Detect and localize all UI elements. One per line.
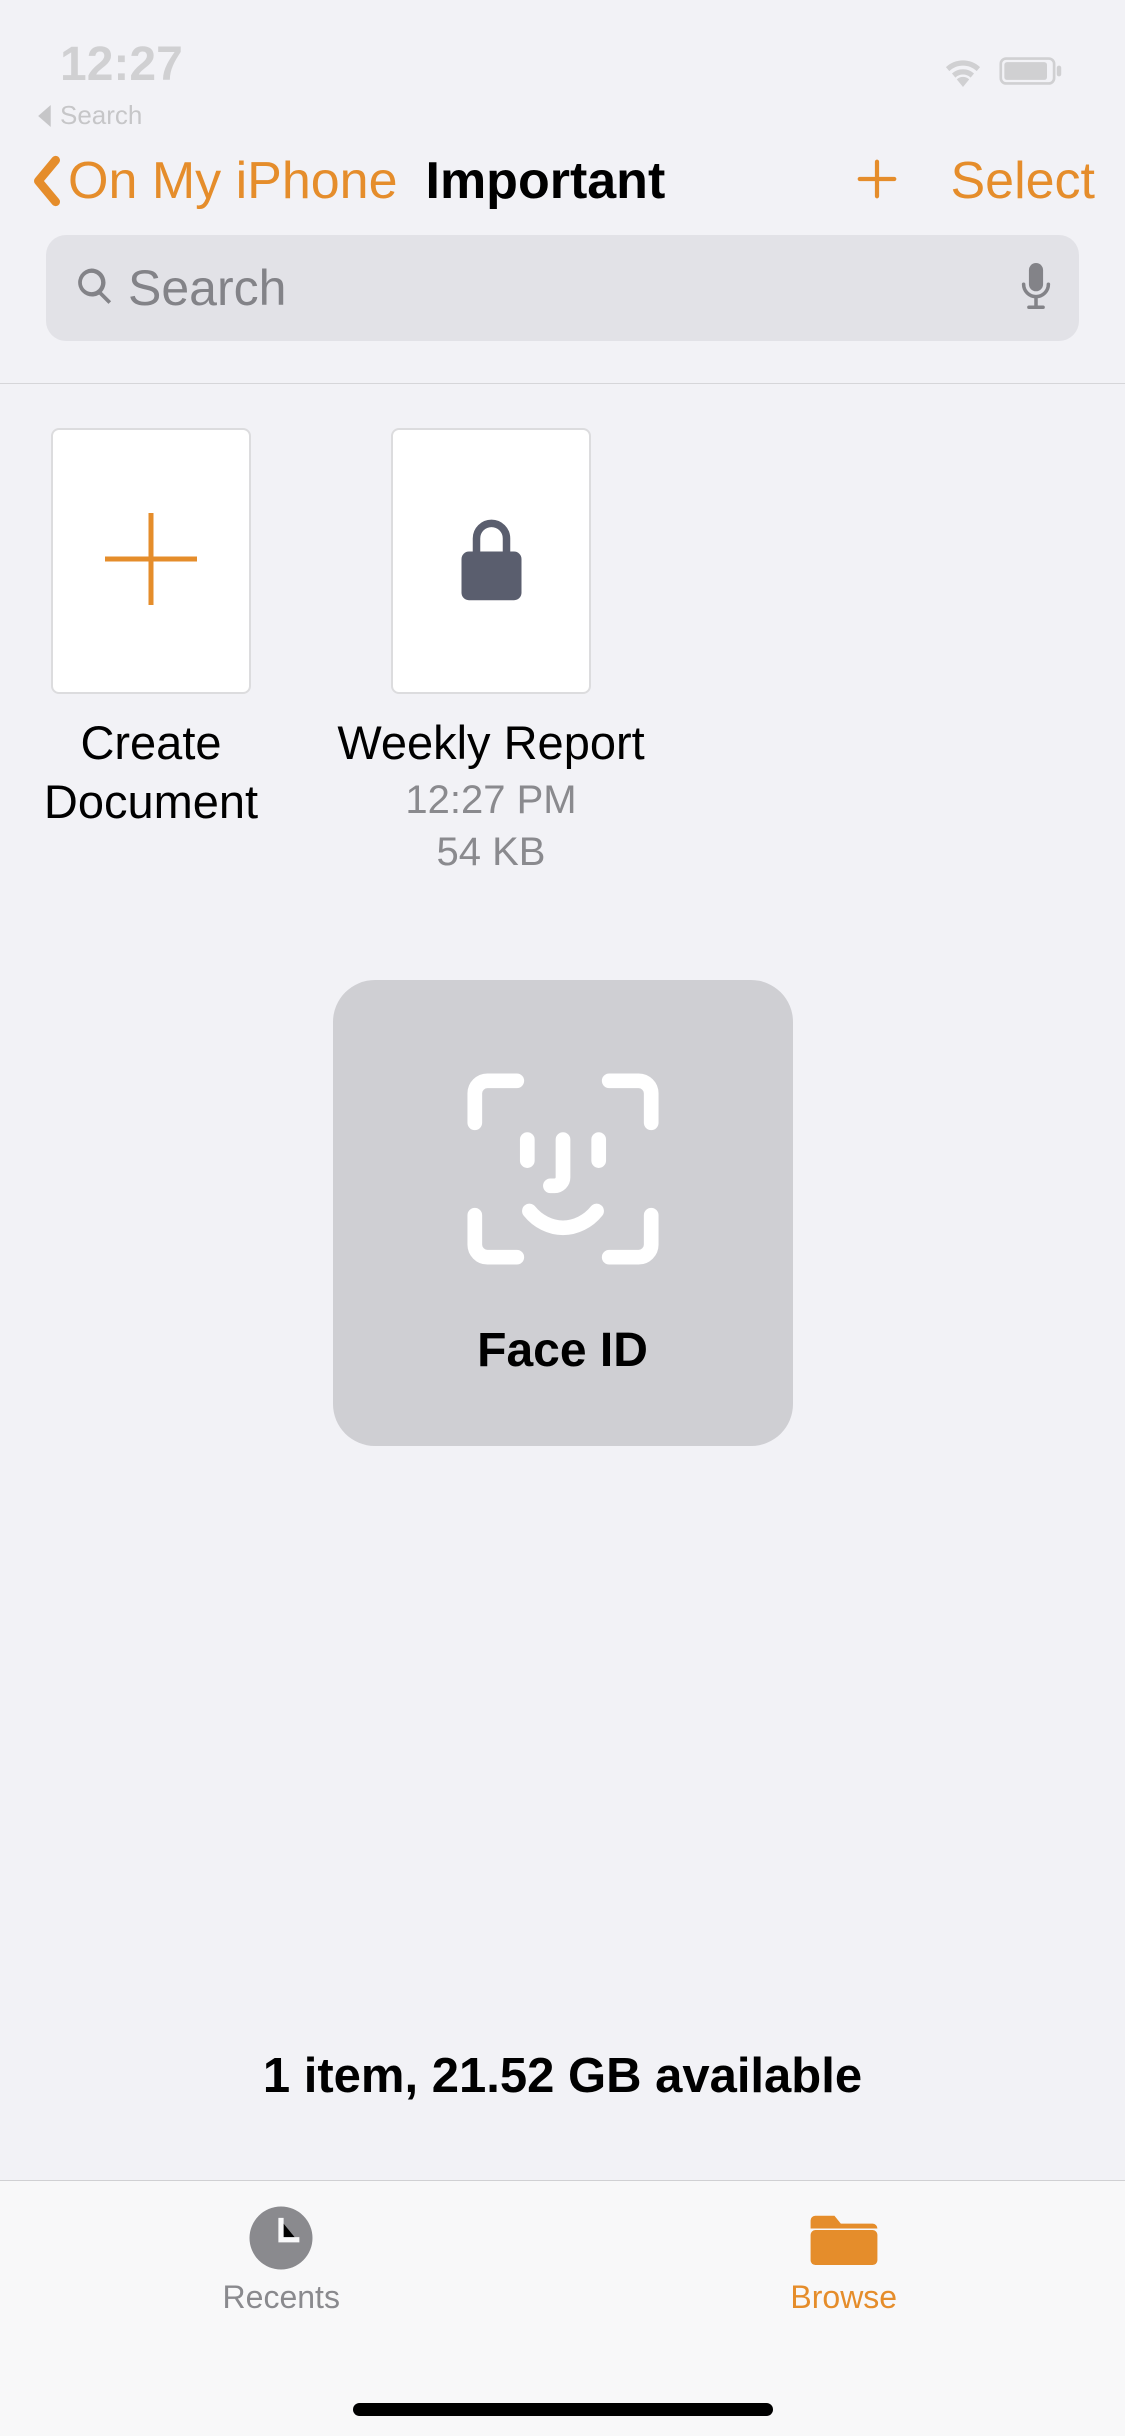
home-indicator[interactable] bbox=[353, 2403, 773, 2416]
breadcrumb-back-icon bbox=[38, 105, 54, 127]
back-button-label: On My iPhone bbox=[68, 151, 398, 211]
tab-recents[interactable]: Recents bbox=[0, 2181, 563, 2436]
faceid-overlay: Face ID bbox=[333, 980, 793, 1446]
folder-icon bbox=[809, 2203, 879, 2273]
breadcrumb-return[interactable]: Search bbox=[0, 100, 1125, 151]
search-container bbox=[0, 235, 1125, 373]
status-icons bbox=[941, 55, 1065, 92]
search-bar[interactable] bbox=[46, 235, 1079, 341]
create-document-item[interactable]: Create Document bbox=[46, 428, 256, 877]
item-title-line1: Create bbox=[80, 714, 221, 773]
item-title: Weekly Report bbox=[337, 714, 644, 773]
chevron-left-icon bbox=[30, 155, 64, 207]
select-button[interactable]: Select bbox=[950, 151, 1095, 211]
page-title: Important bbox=[426, 151, 666, 211]
status-time: 12:27 bbox=[60, 37, 183, 92]
file-thumbnail bbox=[391, 428, 591, 694]
item-title-line2: Document bbox=[44, 773, 258, 832]
mic-icon[interactable] bbox=[1021, 263, 1051, 314]
footer-status: 1 item, 21.52 GB available bbox=[0, 2048, 1125, 2104]
status-bar: 12:27 bbox=[0, 0, 1125, 100]
lock-icon bbox=[454, 514, 529, 609]
tab-label: Browse bbox=[790, 2279, 897, 2316]
tab-browse[interactable]: Browse bbox=[563, 2181, 1125, 2436]
item-time: 12:27 PM bbox=[405, 775, 576, 825]
faceid-icon bbox=[458, 1064, 668, 1279]
clock-icon bbox=[246, 2203, 316, 2273]
file-item[interactable]: Weekly Report 12:27 PM 54 KB bbox=[386, 428, 596, 877]
back-button[interactable]: On My iPhone bbox=[30, 151, 398, 211]
tab-bar: Recents Browse bbox=[0, 2180, 1125, 2436]
add-button[interactable] bbox=[854, 156, 900, 207]
tab-label: Recents bbox=[223, 2279, 340, 2316]
content-grid: Create Document Weekly Report 12:27 PM 5… bbox=[0, 384, 1125, 921]
breadcrumb-label: Search bbox=[60, 100, 142, 131]
wifi-icon bbox=[941, 55, 985, 92]
plus-icon bbox=[854, 156, 900, 202]
nav-bar: On My iPhone Important Select bbox=[0, 151, 1125, 235]
create-document-thumbnail bbox=[51, 428, 251, 694]
battery-icon bbox=[997, 55, 1065, 92]
search-input[interactable] bbox=[128, 259, 1009, 317]
search-icon bbox=[74, 265, 116, 312]
faceid-label: Face ID bbox=[477, 1323, 648, 1378]
plus-icon bbox=[101, 509, 201, 614]
item-size: 54 KB bbox=[437, 827, 546, 877]
